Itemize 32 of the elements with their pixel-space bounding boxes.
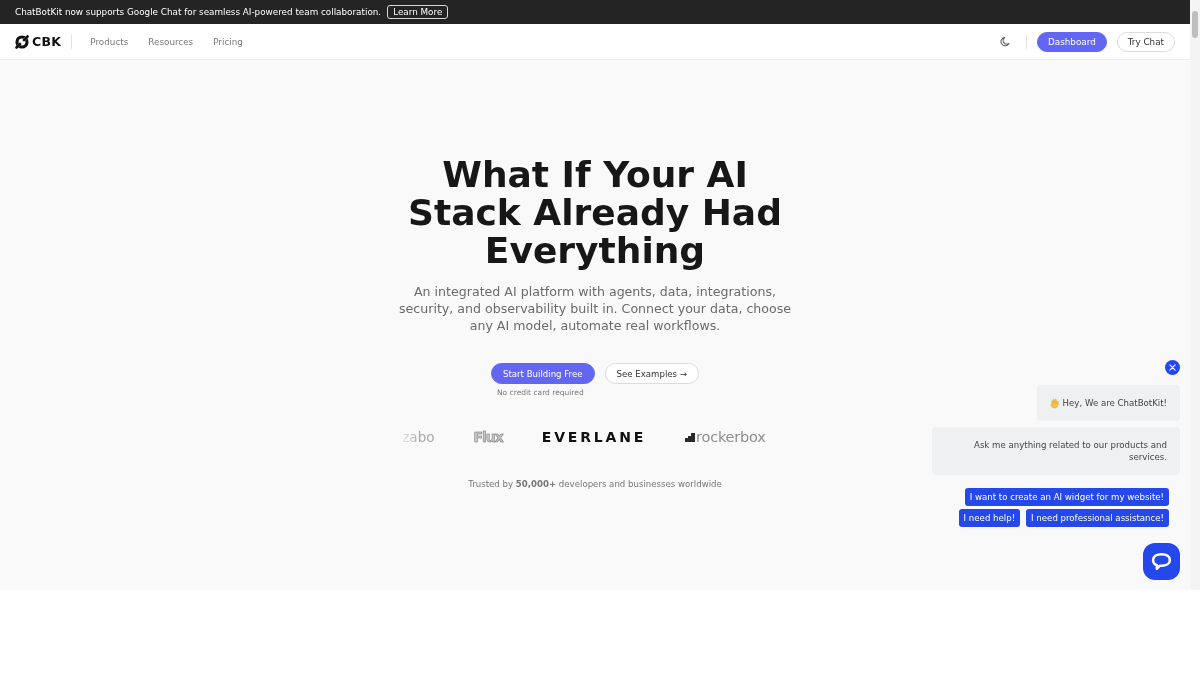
learn-more-link[interactable]: Learn More (387, 5, 449, 19)
outline-button[interactable]: Try Chat (1116, 31, 1175, 52)
hero-title: What If Your AI Stack Already Had Everything (407, 156, 783, 270)
close-icon[interactable] (1169, 364, 1176, 371)
suggestion-button[interactable]: I want to create an AI widget for my website! (964, 488, 1169, 506)
scrollbar[interactable] (1190, 0, 1200, 590)
nav-link[interactable]: Pricing (213, 36, 243, 47)
brand-logo: EVERLANE (541, 429, 647, 445)
hand-icon (1049, 397, 1060, 409)
secondary-button[interactable]: See Examples → (604, 363, 699, 384)
chat-message-text: Ask me anything related to our products and services. (973, 439, 1167, 463)
cta-button[interactable]: Start Building Free (491, 363, 595, 384)
suggestion-button[interactable]: I need professional assistance! (1026, 509, 1169, 527)
speech-bubble-icon[interactable] (1151, 552, 1172, 571)
trust-text: Trusted by 50,000+ developers and businesses worldwide (468, 479, 722, 489)
brand-logo: rockerbox (696, 429, 766, 445)
chat-launcher-button[interactable] (1143, 543, 1180, 580)
nav-link[interactable]: Products (90, 36, 129, 47)
announcement-text: ChatBotKit now supports Google Chat for seamless AI-powered team collaboration. (15, 7, 382, 17)
moon-icon[interactable] (1000, 36, 1011, 47)
primary-button[interactable]: Dashboard (1037, 31, 1107, 52)
logo-icon[interactable] (15, 34, 29, 49)
suggestion-button[interactable]: I need help! (958, 509, 1021, 527)
brand-logo: Flux (473, 429, 503, 445)
logo-text[interactable]: CBK (32, 34, 62, 49)
nav-link[interactable]: Resources (148, 36, 194, 47)
brand-logo: zabo (402, 429, 435, 445)
stair-blocks-icon (685, 432, 696, 442)
close-button[interactable] (1165, 360, 1180, 375)
hero-subtitle: An integrated AI platform with agents, data, integrations, security, and observability built in. Connect your data, choose any AI model, automate real workflows. (398, 283, 792, 334)
scrollbar-thumb[interactable] (1192, 11, 1198, 38)
chat-message-text: Hey, We are ChatBotKit! (1062, 397, 1167, 409)
